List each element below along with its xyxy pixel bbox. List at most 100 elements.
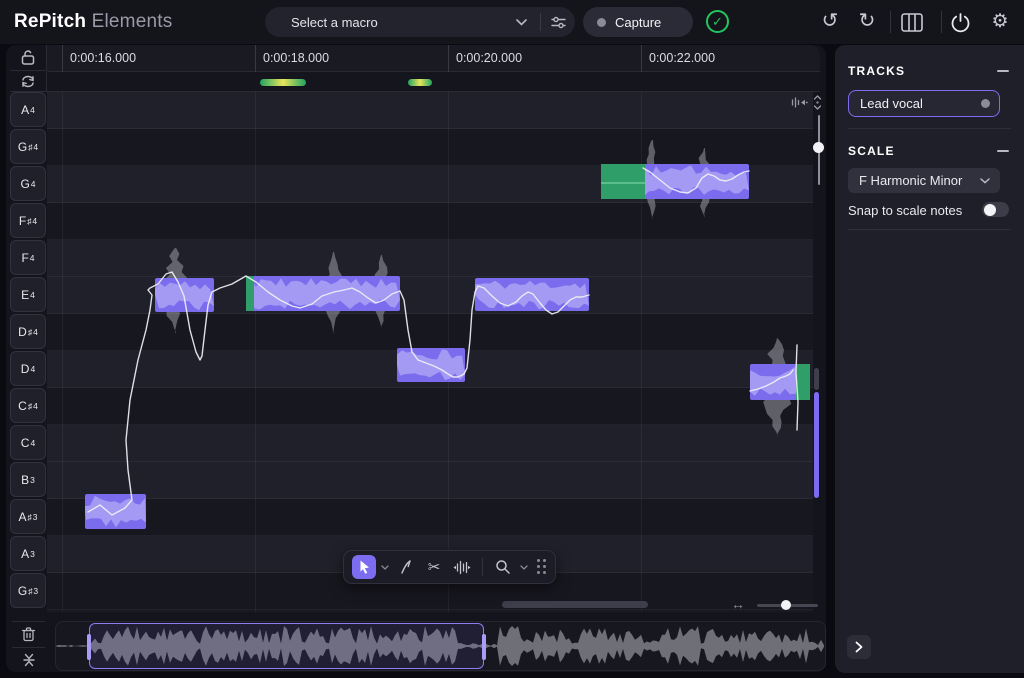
loop-marker[interactable]	[260, 79, 306, 86]
piano-keys: A4G♯4G4F♯4F4E4D♯4D4C♯4C4B3A♯3A3G♯3	[10, 92, 47, 612]
ruler-tick: 0:00:20.000	[448, 45, 449, 72]
delete-button[interactable]	[12, 621, 45, 645]
piano-key-B3[interactable]: B3	[10, 462, 46, 497]
piano-key-Cs4[interactable]: C♯4	[10, 388, 46, 423]
divider	[848, 128, 1011, 129]
note-block-D4[interactable]	[397, 348, 465, 382]
piano-key-A4[interactable]: A4	[10, 92, 46, 127]
capture-button-label: Capture	[615, 15, 661, 30]
power-button[interactable]	[950, 12, 976, 33]
piano-key-Gs3[interactable]: G♯3	[10, 573, 46, 608]
divider	[848, 229, 1011, 230]
piano-key-G4[interactable]: G4	[10, 166, 46, 201]
selection-right-handle[interactable]	[482, 634, 486, 660]
piano-key-D4[interactable]: D4	[10, 351, 46, 386]
macro-dropdown-label: Select a macro	[291, 15, 378, 30]
chevron-down-icon	[980, 178, 990, 184]
scissors-tool-button[interactable]: ✂	[422, 555, 446, 579]
undo-button[interactable]: ↺	[817, 10, 843, 32]
piano-key-E4[interactable]: E4	[10, 277, 46, 312]
piano-key-A3[interactable]: A3	[10, 536, 46, 571]
warp-tool-button[interactable]	[450, 555, 474, 579]
app-logo: RePitch Elements	[14, 11, 172, 33]
divider	[890, 11, 891, 33]
track-name: Lead vocal	[860, 96, 923, 111]
grid-row	[47, 92, 813, 129]
waveform-overview[interactable]	[55, 621, 826, 671]
toggle-knob	[984, 204, 996, 216]
sidebar-expand-button[interactable]	[847, 635, 871, 659]
piano-key-C4[interactable]: C4	[10, 425, 46, 460]
grid-line	[62, 92, 63, 612]
settings-gear-icon[interactable]: ⚙	[987, 11, 1013, 33]
note-block-E4[interactable]	[475, 278, 589, 311]
horizontal-scrollbar[interactable]	[502, 601, 648, 608]
trim-button[interactable]	[12, 647, 45, 671]
scale-collapse-icon[interactable]	[997, 150, 1009, 152]
unvoiced-segment	[246, 276, 254, 311]
redo-button[interactable]: ↻	[854, 10, 880, 32]
macro-dropdown[interactable]: Select a macro	[265, 7, 575, 37]
chevron-down-icon	[516, 19, 527, 26]
track-item-lead-vocal[interactable]: Lead vocal	[848, 90, 1000, 117]
piano-key-Gs4[interactable]: G♯4	[10, 129, 46, 164]
note-block-E4[interactable]	[246, 276, 400, 311]
brand-name: RePitch	[14, 11, 86, 32]
toolbar-drag-handle[interactable]	[537, 559, 547, 575]
status-check-icon: ✓	[706, 10, 729, 33]
ruler-tick: 0:00:18.000	[255, 45, 256, 72]
grid-row	[47, 388, 813, 425]
grid-line	[255, 92, 256, 612]
tool-bar: ✂	[343, 550, 556, 584]
note-block-G4[interactable]	[601, 164, 749, 199]
columns-view-button[interactable]	[901, 13, 927, 32]
divider	[941, 11, 942, 33]
divider	[482, 558, 483, 576]
zoom-tool-dropdown-icon[interactable]	[519, 565, 529, 570]
pen-tool-button[interactable]	[394, 555, 418, 579]
time-ruler[interactable]: 0:00:16.0000:00:18.0000:00:20.0000:00:22…	[47, 45, 820, 72]
selection-left-handle[interactable]	[87, 634, 91, 660]
sidebar: TRACKS Lead vocal SCALE F Harmonic Minor…	[835, 45, 1024, 673]
note-block-As3[interactable]	[85, 494, 146, 529]
capture-dot-icon	[597, 18, 606, 27]
vertical-zoom-knob[interactable]	[813, 142, 824, 153]
unvoiced-segment	[601, 164, 645, 199]
note-block-E4[interactable]	[155, 278, 214, 312]
lock-button[interactable]	[10, 45, 47, 71]
snap-to-scale-label: Snap to scale notes	[848, 203, 962, 218]
loop-button[interactable]	[10, 72, 47, 92]
auto-scroll-icon[interactable]	[791, 96, 808, 109]
macro-settings-icon[interactable]	[550, 14, 567, 31]
scale-section-title: SCALE	[848, 144, 895, 158]
scale-dropdown-value: F Harmonic Minor	[859, 173, 962, 188]
vertical-scrollbar-shadow[interactable]	[814, 368, 819, 390]
top-bar: RePitch Elements Select a macro Capture …	[0, 0, 1024, 44]
scale-dropdown[interactable]: F Harmonic Minor	[848, 168, 1000, 193]
pitch-grid[interactable]	[47, 92, 813, 612]
note-block-D4[interactable]	[750, 364, 810, 400]
capture-button[interactable]: Capture	[583, 7, 693, 37]
grid-row	[47, 499, 813, 536]
tracks-collapse-icon[interactable]	[997, 70, 1009, 72]
zoom-tool-button[interactable]	[491, 555, 515, 579]
piano-key-F4[interactable]: F4	[10, 240, 46, 275]
snap-to-scale-toggle[interactable]	[982, 202, 1009, 217]
tracks-section-title: TRACKS	[848, 64, 905, 78]
loop-ruler[interactable]	[47, 72, 820, 92]
grid-row	[47, 462, 813, 499]
select-tool-button[interactable]	[352, 555, 376, 579]
vertical-scrollbar[interactable]	[814, 392, 819, 498]
select-tool-dropdown-icon[interactable]	[380, 565, 390, 570]
loop-marker[interactable]	[408, 79, 432, 86]
brand-edition: Elements	[92, 11, 173, 32]
piano-key-Fs4[interactable]: F♯4	[10, 203, 46, 238]
vertical-zoom-icon[interactable]	[811, 95, 824, 110]
overview-selection[interactable]	[89, 623, 484, 669]
horizontal-zoom-icon: ↔	[731, 596, 745, 612]
piano-key-As3[interactable]: A♯3	[10, 499, 46, 534]
divider	[540, 13, 541, 31]
piano-key-Ds4[interactable]: D♯4	[10, 314, 46, 349]
unvoiced-segment	[796, 364, 810, 400]
horizontal-zoom-knob[interactable]	[781, 600, 791, 610]
